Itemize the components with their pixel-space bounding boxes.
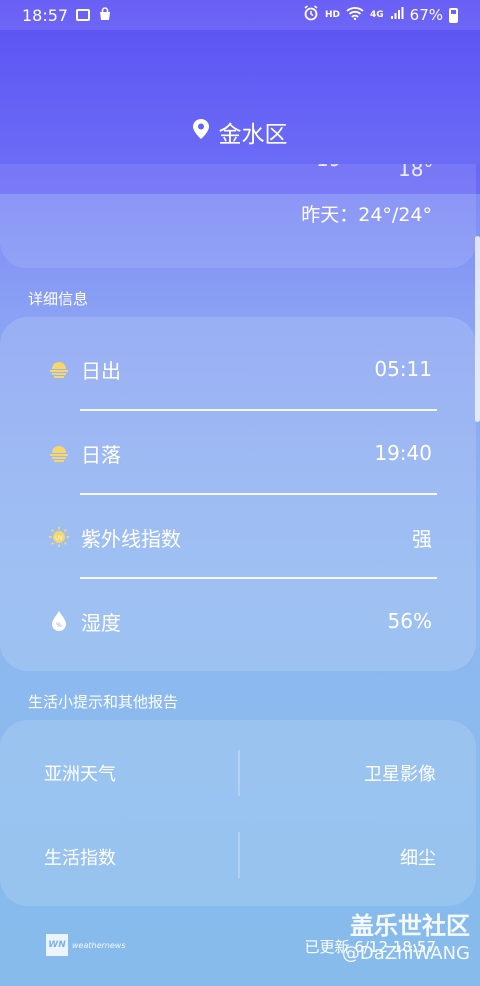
tips-card: 亚洲天气 卫星影像 生活指数 细尘 — [0, 720, 476, 906]
signal-icon — [390, 6, 404, 24]
details-card: 日出 05:11 日落 19:40 UV 紫外线指数 强 % 湿度 56% — [0, 317, 476, 671]
detail-row-sunrise: 日出 05:11 — [0, 327, 476, 411]
uv-icon: UV — [48, 526, 70, 548]
status-right: HD 4G 67% — [303, 5, 458, 25]
detail-label: 紫外线指数 — [81, 526, 181, 551]
sunrise-icon — [48, 358, 70, 380]
watermark-title: 盖乐世社区 — [350, 912, 470, 940]
tip-divider — [238, 832, 240, 878]
detail-label: 湿度 — [81, 610, 121, 635]
tip-fine-dust[interactable]: 细尘 — [400, 844, 436, 870]
district-name: 金水区 — [218, 122, 288, 148]
detail-label: 日出 — [81, 358, 121, 383]
hd-indicator: HD — [324, 10, 340, 20]
tip-divider — [238, 750, 240, 796]
scroll-handle[interactable] — [475, 236, 480, 422]
detail-row-sunset: 日落 19:40 — [0, 411, 476, 495]
sunset-icon — [48, 442, 70, 464]
tip-life-index[interactable]: 生活指数 — [44, 844, 116, 870]
detail-value: 19:40 — [374, 441, 432, 465]
wifi-icon — [346, 6, 364, 24]
detail-row-uv: UV 紫外线指数 强 — [0, 495, 476, 579]
watermark-author: @DaZhiWANG — [341, 943, 470, 964]
network-type: 4G — [370, 10, 384, 20]
battery-icon — [449, 7, 458, 23]
alarm-icon — [303, 5, 319, 25]
details-section-title: 详细信息 — [28, 290, 89, 308]
gallery-icon — [76, 9, 91, 21]
location-pin-icon — [192, 119, 209, 145]
svg-text:UV: UV — [55, 535, 63, 541]
status-time: 18:57 — [22, 5, 69, 25]
humidity-icon: % — [48, 610, 70, 632]
watermark: 盖乐世社区 @DaZhiWANG — [342, 906, 470, 964]
detail-label: 日落 — [81, 442, 121, 467]
provider-name: weathernews — [72, 940, 126, 950]
tips-section-title: 生活小提示和其他报告 — [28, 693, 179, 711]
detail-value: 56% — [387, 609, 432, 633]
detail-row-humidity: % 湿度 56% — [0, 579, 476, 663]
detail-value: 05:11 — [374, 357, 432, 381]
tip-satellite[interactable]: 卫星影像 — [364, 760, 436, 786]
district-title[interactable]: 金水区 — [0, 115, 480, 149]
status-left: 18:57 — [22, 6, 112, 25]
logo-mark: WN — [46, 934, 68, 956]
yesterday-temps: 昨天：24°/24° — [301, 204, 432, 226]
weathernews-logo[interactable]: WN weathernews — [46, 934, 126, 956]
status-bar: 18:57 HD 4G 67% — [0, 0, 480, 30]
svg-text:%: % — [56, 622, 62, 629]
tip-asia-weather[interactable]: 亚洲天气 — [44, 760, 116, 786]
battery-percent: 67% — [409, 6, 443, 24]
shopping-bag-icon — [98, 6, 112, 25]
detail-value: 强 — [412, 526, 432, 551]
